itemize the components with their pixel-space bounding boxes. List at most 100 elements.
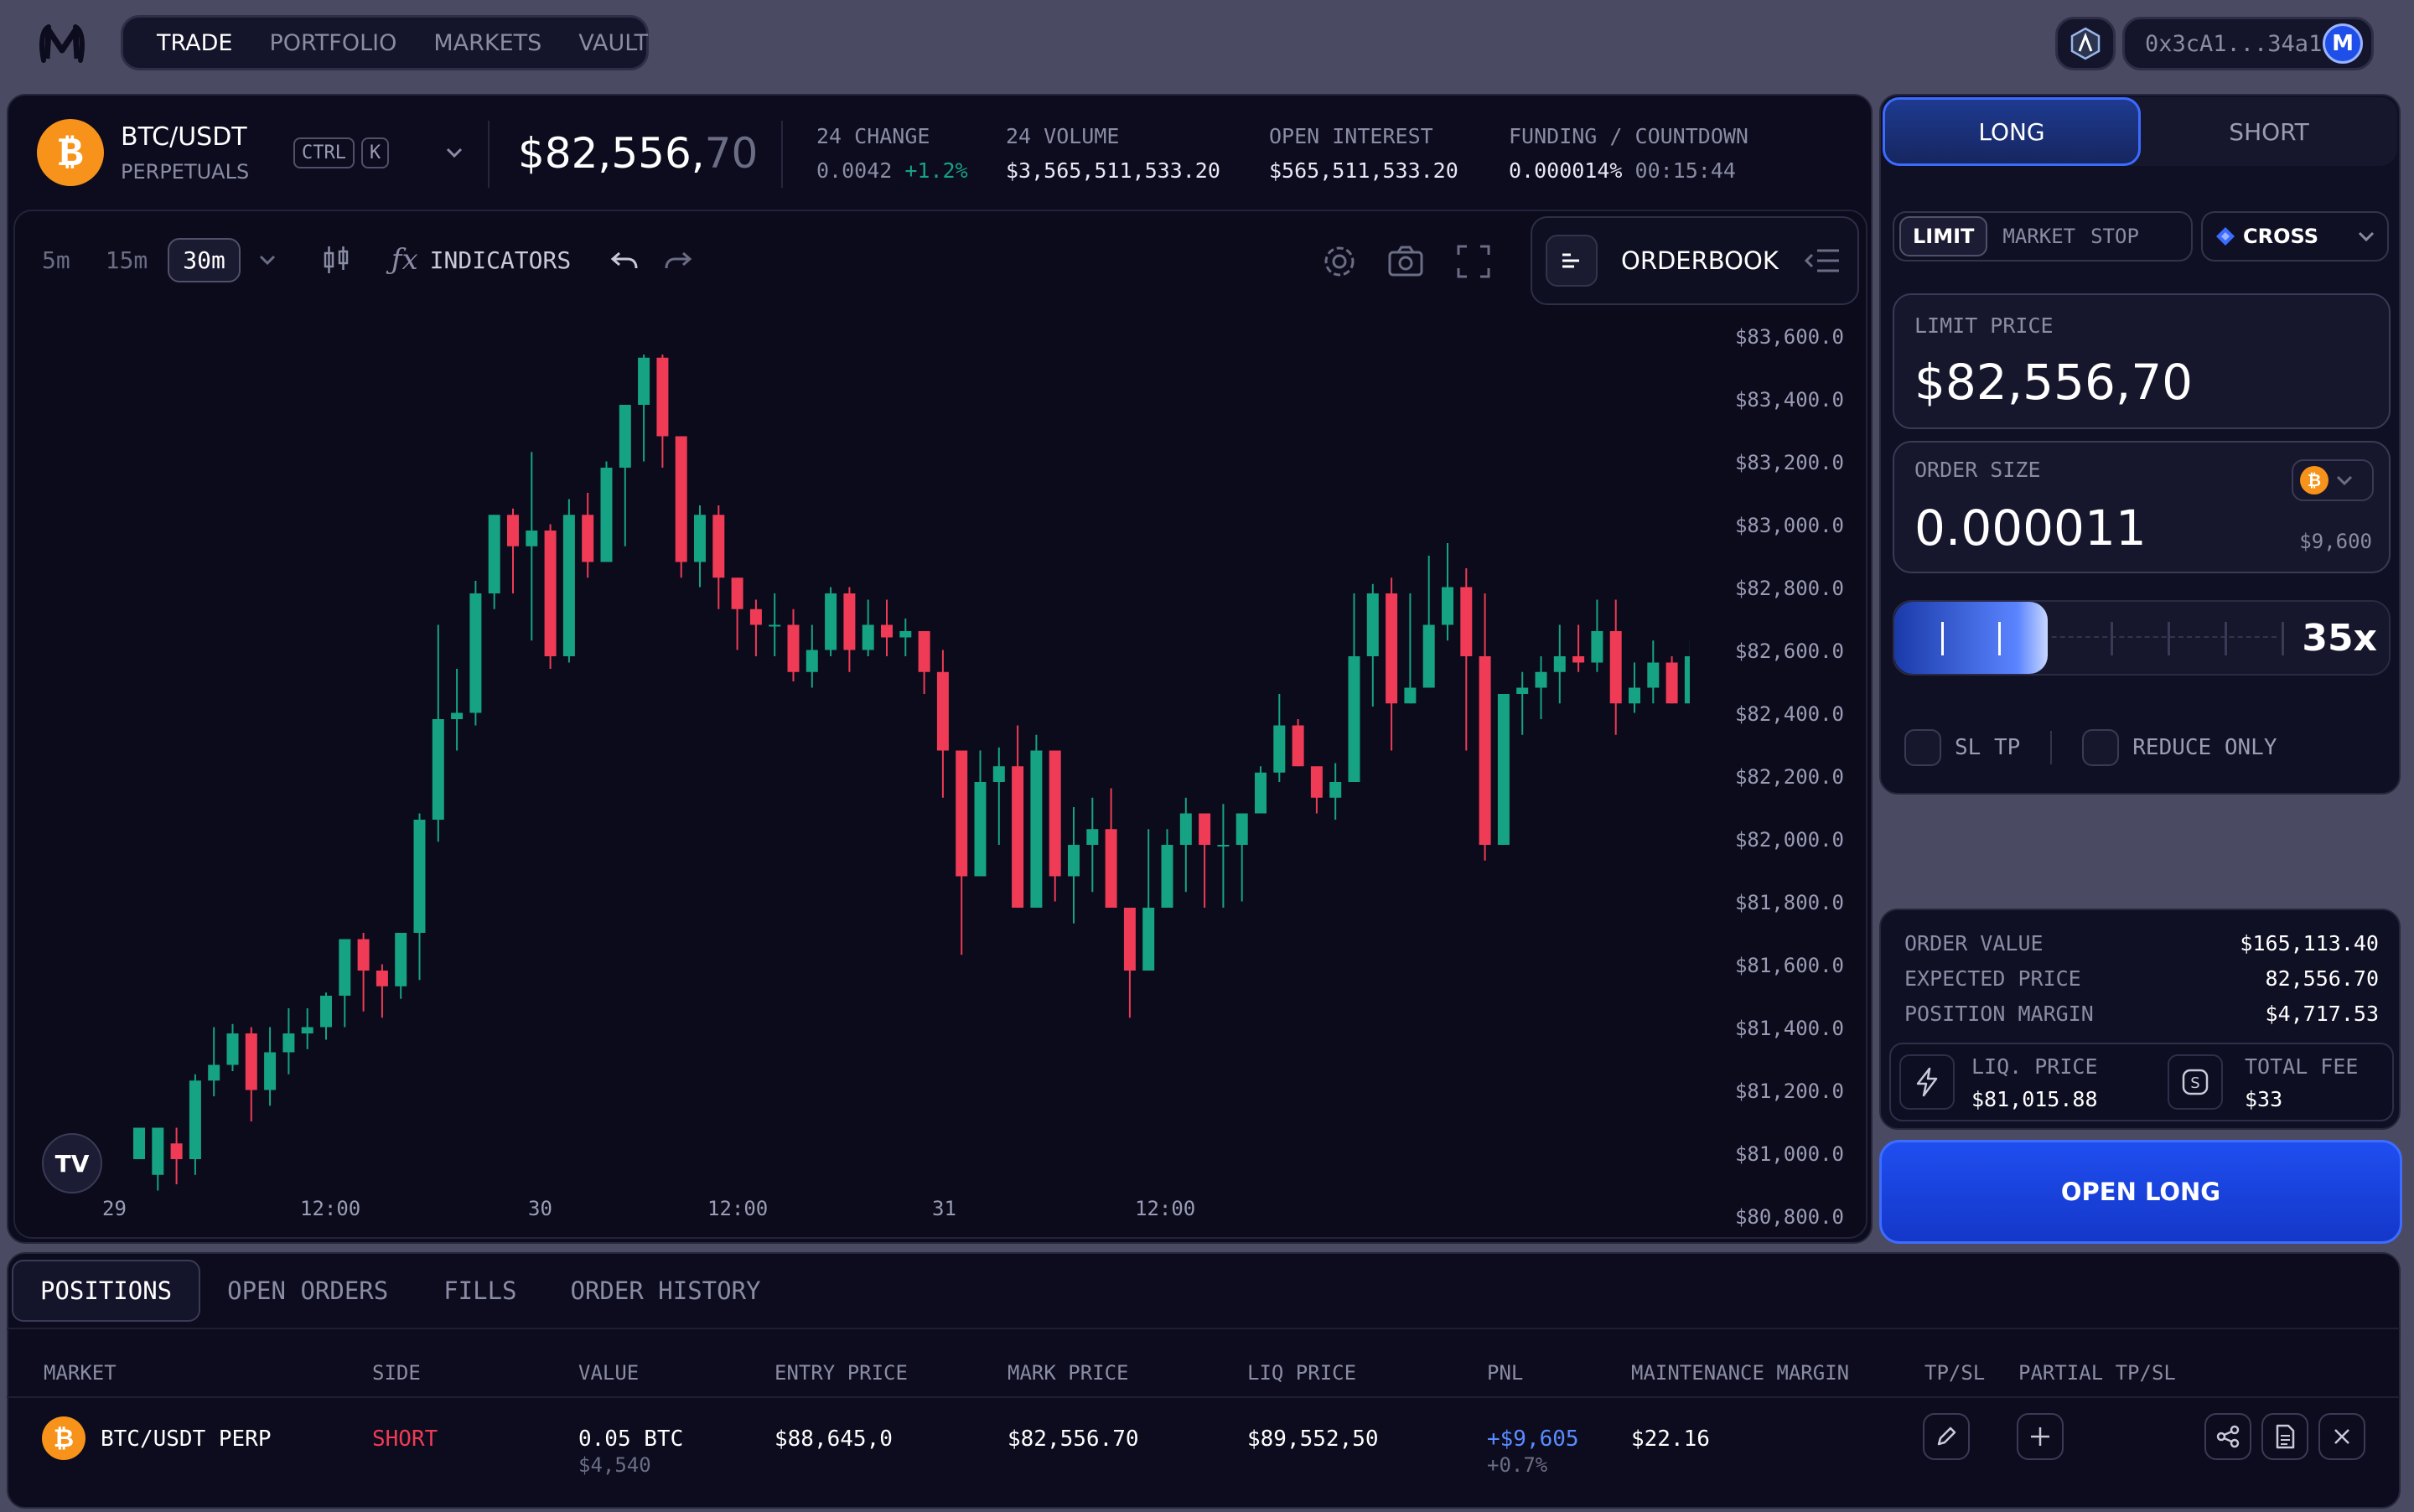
candle[interactable] — [1516, 671, 1529, 735]
candle[interactable] — [152, 1127, 164, 1191]
position-details-button[interactable] — [2261, 1413, 2308, 1460]
candle[interactable] — [1479, 593, 1491, 861]
tab-order-history[interactable]: ORDER HISTORY — [571, 1276, 761, 1305]
candle[interactable] — [1684, 640, 1690, 707]
candle[interactable] — [1105, 788, 1117, 909]
wallet-button[interactable]: 0x3cA1...34a1 M — [2122, 17, 2374, 70]
candle[interactable] — [862, 599, 874, 657]
nav-tab-vault[interactable]: VAULT — [578, 30, 648, 56]
candle[interactable] — [843, 587, 856, 672]
order-size-field[interactable]: ORDER SIZE 0.000011 ₿ $9,600 — [1893, 441, 2391, 573]
candle[interactable] — [638, 355, 650, 462]
candle[interactable] — [469, 581, 482, 726]
order-type-stop[interactable]: STOP — [2090, 225, 2139, 248]
reduce-only-toggle[interactable]: REDUCE ONLY — [2082, 729, 2277, 766]
candle[interactable] — [133, 1127, 145, 1175]
share-position-button[interactable] — [2204, 1413, 2251, 1460]
candle[interactable] — [1142, 829, 1155, 971]
candle[interactable] — [1068, 807, 1080, 924]
candle[interactable] — [918, 631, 930, 694]
nav-tab-markets[interactable]: MARKETS — [433, 30, 541, 56]
order-type-market[interactable]: MARKET — [2002, 225, 2075, 248]
candle[interactable] — [899, 619, 912, 656]
margin-mode-select[interactable]: CROSS — [2201, 211, 2389, 261]
candle[interactable] — [1049, 750, 1061, 902]
candle[interactable] — [1665, 656, 1678, 704]
candle[interactable] — [1629, 662, 1640, 713]
candle[interactable] — [992, 747, 1005, 845]
candle[interactable] — [1123, 908, 1136, 1018]
candle[interactable] — [1086, 797, 1099, 893]
open-long-button[interactable]: OPEN LONG — [1879, 1140, 2402, 1244]
candle[interactable] — [1329, 763, 1342, 821]
candle[interactable] — [395, 933, 407, 999]
candle[interactable] — [1366, 583, 1379, 707]
size-asset-select[interactable]: ₿ — [2292, 459, 2374, 501]
sl-tp-toggle[interactable]: SL TP — [1904, 729, 2020, 766]
candle[interactable] — [769, 593, 781, 656]
timeframe-5m[interactable]: 5m — [42, 246, 70, 274]
candle[interactable] — [1199, 813, 1211, 909]
candle[interactable] — [413, 813, 426, 981]
tab-fills[interactable]: FILLS — [443, 1276, 516, 1305]
candle[interactable] — [1386, 577, 1398, 751]
candle-type-icon[interactable] — [319, 243, 353, 277]
candle[interactable] — [357, 933, 370, 1012]
candle[interactable] — [974, 750, 987, 877]
candle[interactable] — [1442, 543, 1453, 641]
order-type-limit[interactable]: LIMIT — [1899, 216, 1988, 256]
candle[interactable] — [507, 508, 519, 593]
screenshot-camera-icon[interactable] — [1386, 243, 1425, 280]
indicators-button[interactable]: ƒx INDICATORS — [391, 243, 571, 277]
candle[interactable] — [1161, 829, 1173, 908]
tradingview-logo[interactable]: TV — [42, 1133, 102, 1194]
candle[interactable] — [1348, 593, 1360, 782]
market-selector[interactable]: BTC/USDT PERPETUALS — [121, 122, 288, 184]
candle[interactable] — [1572, 624, 1585, 672]
candle[interactable] — [619, 405, 631, 546]
candle[interactable] — [264, 1027, 277, 1106]
candle[interactable] — [526, 452, 538, 641]
candle[interactable] — [1273, 694, 1286, 782]
redo-icon[interactable] — [661, 243, 695, 277]
candle[interactable] — [208, 1027, 220, 1097]
long-tab[interactable]: LONG — [1883, 97, 2141, 166]
timeframe-15m[interactable]: 15m — [106, 246, 148, 274]
candle[interactable] — [1179, 797, 1192, 893]
candle[interactable] — [451, 669, 464, 751]
candle[interactable] — [1310, 766, 1323, 814]
candle[interactable] — [562, 499, 575, 663]
candle[interactable] — [956, 750, 968, 955]
short-tab[interactable]: SHORT — [2141, 97, 2397, 166]
candle[interactable] — [189, 1074, 201, 1175]
candle[interactable] — [1404, 593, 1417, 704]
candle[interactable] — [712, 505, 725, 609]
chart-settings-gear-icon[interactable] — [1321, 243, 1358, 280]
candle[interactable] — [1609, 599, 1622, 735]
close-position-button[interactable] — [2318, 1413, 2365, 1460]
orderbook-toggle[interactable]: ORDERBOOK — [1531, 216, 1859, 305]
candle[interactable] — [339, 939, 351, 1028]
candle[interactable] — [1422, 556, 1435, 688]
tab-positions[interactable]: POSITIONS — [12, 1260, 201, 1322]
candle[interactable] — [1217, 804, 1230, 908]
fullscreen-icon[interactable] — [1455, 243, 1492, 280]
market-dropdown-chevron-icon[interactable] — [444, 142, 464, 163]
candle[interactable] — [600, 461, 613, 562]
candle[interactable] — [825, 587, 837, 657]
candle[interactable] — [1235, 813, 1248, 902]
candle[interactable] — [656, 355, 669, 468]
sl-tp-checkbox[interactable] — [1904, 729, 1941, 766]
add-partial-tpsl-button[interactable] — [2017, 1413, 2064, 1460]
candle[interactable] — [1012, 725, 1024, 909]
candle[interactable] — [1292, 719, 1304, 767]
candle[interactable] — [787, 608, 800, 681]
undo-icon[interactable] — [608, 243, 641, 277]
candle[interactable] — [226, 1023, 239, 1071]
candle[interactable] — [320, 992, 332, 1040]
candle[interactable] — [282, 1008, 295, 1074]
leverage-fill[interactable] — [1894, 602, 2048, 674]
candle[interactable] — [749, 599, 762, 657]
candle[interactable] — [675, 436, 687, 578]
app-logo[interactable] — [37, 18, 87, 69]
